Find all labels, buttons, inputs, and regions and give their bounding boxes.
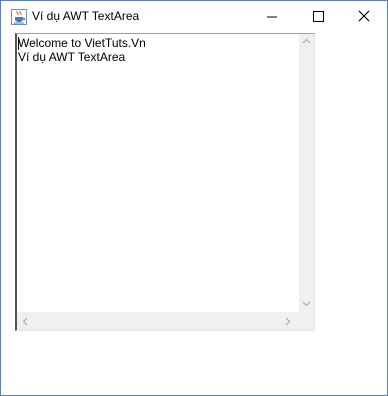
minimize-icon <box>267 16 277 18</box>
vertical-scrollbar[interactable] <box>299 34 314 312</box>
app-window: Ví dụ AWT TextArea Welcome to VietTuts.V… <box>0 0 388 396</box>
text-line-1: Welcome to VietTuts.Vn <box>18 36 146 50</box>
text-content[interactable]: Welcome to VietTuts.Vn Ví dụ AWT TextAre… <box>18 36 296 310</box>
scroll-down-icon[interactable] <box>302 301 311 307</box>
close-icon <box>358 10 370 22</box>
java-cup-icon <box>11 9 27 25</box>
horizontal-scrollbar[interactable] <box>17 312 299 330</box>
scroll-left-icon[interactable] <box>22 317 28 326</box>
scroll-up-icon[interactable] <box>302 38 311 44</box>
window-title: Ví dụ AWT TextArea <box>32 9 140 23</box>
text-area[interactable]: Welcome to VietTuts.Vn Ví dụ AWT TextAre… <box>15 33 315 331</box>
maximize-icon <box>313 11 324 22</box>
title-bar[interactable]: Ví dụ AWT TextArea <box>1 1 387 32</box>
text-caret <box>18 37 19 50</box>
close-button[interactable] <box>341 1 387 32</box>
client-area: Welcome to VietTuts.Vn Ví dụ AWT TextAre… <box>1 32 387 395</box>
scroll-right-icon[interactable] <box>285 317 291 326</box>
scrollbar-corner <box>299 312 314 330</box>
minimize-button[interactable] <box>249 1 295 32</box>
text-line-2: Ví dụ AWT TextArea <box>18 50 126 64</box>
maximize-button[interactable] <box>295 1 341 32</box>
